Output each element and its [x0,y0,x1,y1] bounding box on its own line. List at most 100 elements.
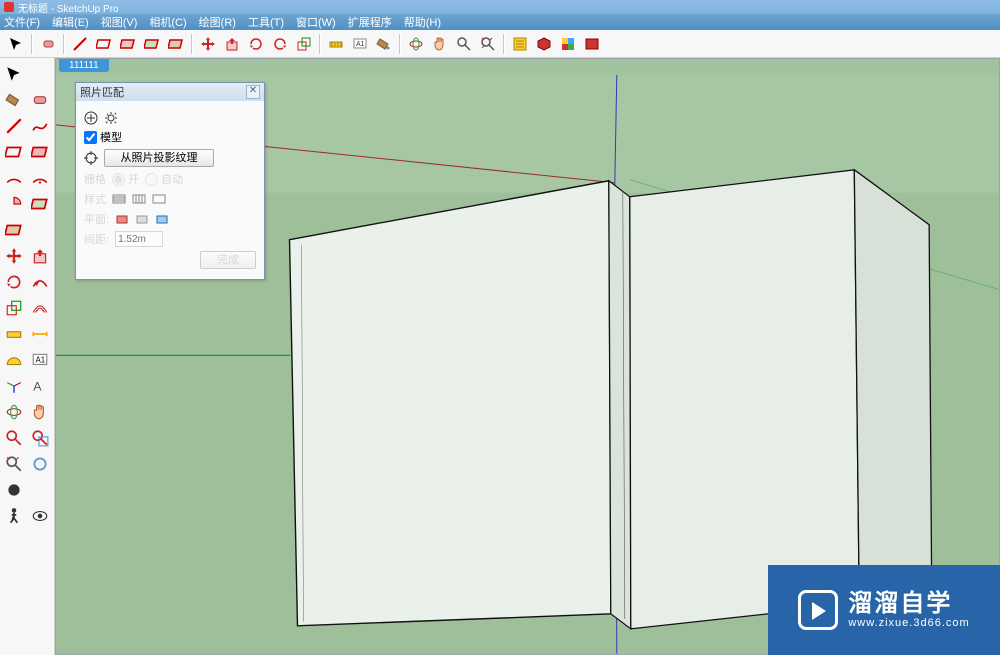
side-followme[interactable] [28,270,52,294]
scene-tab[interactable]: 111111 [59,59,109,72]
paint-tool[interactable] [373,33,395,55]
rect4-tool[interactable] [165,33,187,55]
side-tape[interactable] [2,322,26,346]
select-tool[interactable] [5,33,27,55]
style-label: 样式 [84,191,106,207]
style-opt3-icon[interactable] [152,192,166,206]
rotate2-tool[interactable] [269,33,291,55]
component-tool[interactable] [533,33,555,55]
plane-grey-icon[interactable] [135,212,149,226]
dialog-close-icon[interactable]: ✕ [246,85,260,99]
side-arc2[interactable] [28,166,52,190]
rect-tool[interactable] [93,33,115,55]
orbit-tool[interactable] [405,33,427,55]
watermark-play-icon [798,590,838,630]
side-blank [28,62,52,86]
svg-text:A: A [33,380,42,394]
side-walk[interactable] [2,504,26,528]
model-checkbox[interactable]: 模型 [84,129,122,145]
watermark: 溜溜自学 www.zixue.3d66.com [768,565,1000,655]
toolbar-divider [503,34,505,54]
side-pie[interactable] [2,192,26,216]
side-paint[interactable] [2,88,26,112]
side-axes[interactable] [2,374,26,398]
side-zoom[interactable] [2,426,26,450]
side-prev[interactable] [28,452,52,476]
layers-tool[interactable] [509,33,531,55]
materials-tool[interactable] [557,33,579,55]
menu-extensions[interactable]: 扩展程序 [348,14,392,30]
styles-tool[interactable] [581,33,603,55]
side-section[interactable] [2,478,26,502]
side-offset[interactable] [28,296,52,320]
grid-auto-radio[interactable]: 自动 [145,171,183,187]
rect2-tool[interactable] [117,33,139,55]
side-rotate[interactable] [2,270,26,294]
side-polygon[interactable] [28,192,52,216]
menu-edit[interactable]: 编辑(E) [52,14,89,30]
watermark-cn: 溜溜自学 [848,591,969,617]
side-blank2 [28,218,52,242]
plus-icon[interactable] [84,111,98,125]
pan-tool[interactable] [429,33,451,55]
side-zoomwin[interactable] [28,426,52,450]
dialog-titlebar[interactable]: 照片匹配 ✕ [76,83,264,101]
side-pan[interactable] [28,400,52,424]
menu-view[interactable]: 视图(V) [101,14,138,30]
side-line[interactable] [2,114,26,138]
menu-window[interactable]: 窗口(W) [296,14,336,30]
side-blank3 [28,478,52,502]
menu-file[interactable]: 文件(F) [4,14,40,30]
side-eraser[interactable] [28,88,52,112]
window-title-bar: 无标题 - SketchUp Pro [0,0,1000,14]
dialog-title-text: 照片匹配 [80,84,124,100]
style-opt2-icon[interactable] [132,192,146,206]
rect3-tool[interactable] [141,33,163,55]
side-freehand[interactable] [28,114,52,138]
zoom-extent-tool[interactable] [477,33,499,55]
line-tool[interactable] [69,33,91,55]
side-look[interactable] [28,504,52,528]
svg-text:A1: A1 [36,355,46,364]
menu-help[interactable]: 帮助(H) [404,14,441,30]
style-opt1-icon[interactable] [112,192,126,206]
side-text[interactable]: A1 [28,348,52,372]
done-button[interactable]: 完成 [200,251,256,269]
pushpull-tool[interactable] [221,33,243,55]
side-orbit[interactable] [2,400,26,424]
side-pushpull[interactable] [28,244,52,268]
move-tool[interactable] [197,33,219,55]
side-dim[interactable] [28,322,52,346]
side-zoomext[interactable] [2,452,26,476]
menu-tools[interactable]: 工具(T) [248,14,284,30]
toolbar-divider [319,34,321,54]
gear-icon[interactable] [104,111,118,125]
side-3dtext[interactable]: A [28,374,52,398]
side-protractor[interactable] [2,348,26,372]
window-title: 无标题 - SketchUp Pro [18,0,119,15]
eraser-tool[interactable] [37,33,59,55]
svg-text:A1: A1 [356,41,365,48]
plane-red-icon[interactable] [115,212,129,226]
side-scale[interactable] [2,296,26,320]
side-rect[interactable] [2,140,26,164]
rotate-tool[interactable] [245,33,267,55]
scale-tool[interactable] [293,33,315,55]
menu-camera[interactable]: 相机(C) [149,14,186,30]
photo-match-dialog[interactable]: 照片匹配 ✕ 模型 从照片投影纹理 栅格 开 自动 样式 [75,82,265,280]
text-tool[interactable]: A1 [349,33,371,55]
model-checkbox-input[interactable] [84,131,97,144]
side-move[interactable] [2,244,26,268]
target-icon[interactable] [84,151,98,165]
grid-on-radio[interactable]: 开 [112,171,139,187]
tape-tool[interactable] [325,33,347,55]
side-circle[interactable] [2,218,26,242]
plane-blue-icon[interactable] [155,212,169,226]
side-arc[interactable] [2,166,26,190]
side-rectfill[interactable] [28,140,52,164]
zoom-tool[interactable] [453,33,475,55]
project-texture-button[interactable]: 从照片投影纹理 [104,149,214,167]
side-select[interactable] [2,62,26,86]
menu-draw[interactable]: 绘图(R) [199,14,236,30]
spacing-input[interactable] [115,231,163,247]
